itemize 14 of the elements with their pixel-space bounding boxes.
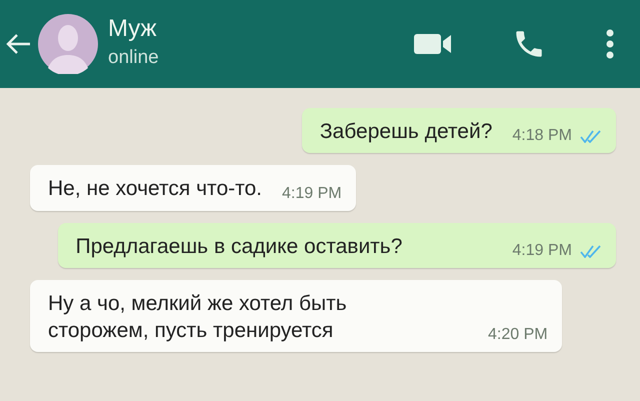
message-text: Предлагаешь в садике оставить?	[76, 234, 402, 260]
contact-status: online	[108, 47, 159, 69]
message-time: 4:18 PM	[512, 127, 572, 146]
message-time: 4:19 PM	[282, 184, 342, 203]
video-call-icon[interactable]	[414, 33, 452, 55]
avatar-icon[interactable]	[38, 14, 98, 74]
contact-name: Муж	[108, 15, 158, 43]
message-time: 4:19 PM	[512, 242, 572, 260]
message-text: Ну а чо, мелкий же хотел быть сторожем, пусть тренируется	[48, 290, 348, 344]
message-text: Заберешь детей?	[320, 119, 492, 145]
message-text: Не, не хочется что-то.	[48, 176, 262, 202]
more-options-icon[interactable]	[606, 29, 614, 59]
message-time: 4:20 PM	[488, 326, 548, 344]
back-arrow-icon[interactable]	[6, 33, 32, 55]
